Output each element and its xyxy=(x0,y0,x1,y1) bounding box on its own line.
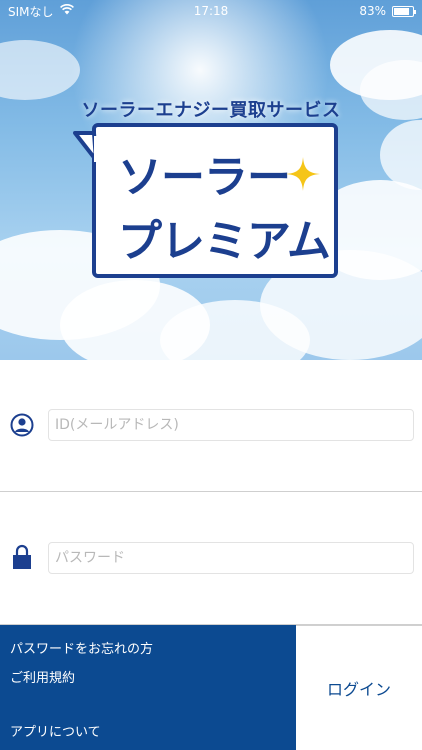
about-app-link[interactable]: アプリについて xyxy=(10,721,101,740)
login-button-label: ログイン xyxy=(326,680,391,699)
logo-title-line2: プレミアム xyxy=(118,216,331,267)
password-input[interactable] xyxy=(48,542,414,574)
user-icon xyxy=(10,413,34,437)
status-time: 17:18 xyxy=(193,4,229,18)
battery-icon xyxy=(392,5,416,17)
lock-icon xyxy=(10,544,34,569)
logo: ソーラー プレミアム xyxy=(92,123,338,278)
hero-banner: SIMなし 17:18 83% ソーラーエナジー買取サービス ソーラー プレミア… xyxy=(0,0,422,360)
logo-subtitle: ソーラーエナジー買取サービス xyxy=(81,100,341,121)
status-bar: SIMなし 17:18 83% xyxy=(0,0,422,22)
footer-links-panel: パスワードをお忘れの方 ご利用規約 アプリについて xyxy=(0,625,296,750)
wifi-icon xyxy=(59,4,74,18)
divider xyxy=(0,491,422,492)
id-field-row xyxy=(0,395,422,455)
battery-level xyxy=(394,7,409,15)
cloud xyxy=(0,40,80,100)
id-email-input[interactable] xyxy=(48,409,414,441)
battery-percent: 83% xyxy=(359,4,386,18)
password-field-row xyxy=(0,528,422,588)
forgot-password-link[interactable]: パスワードをお忘れの方 xyxy=(10,638,153,657)
login-button[interactable]: ログイン xyxy=(296,625,422,750)
logo-title-line1: ソーラー xyxy=(118,152,291,203)
logo-speech-tail xyxy=(73,131,108,162)
carrier-label: SIMなし xyxy=(8,4,54,19)
terms-link[interactable]: ご利用規約 xyxy=(10,667,75,686)
sparkle-icon xyxy=(286,157,320,191)
